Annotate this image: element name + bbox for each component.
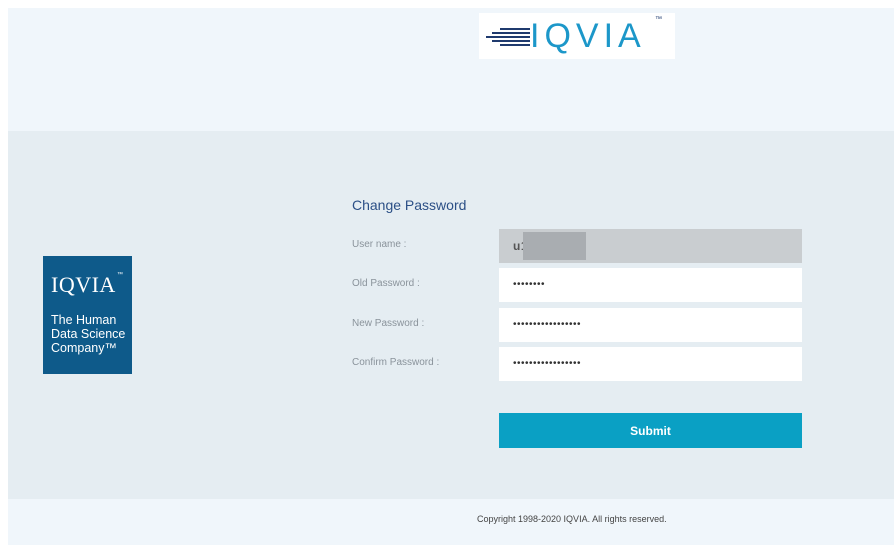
badge-logo-text: IQVIA <box>51 272 116 297</box>
iqvia-logo: IQVIA ™ <box>479 13 675 59</box>
redaction-block <box>523 232 586 260</box>
logo-wordmark: IQVIA <box>530 17 646 55</box>
badge-tagline-line: Company™ <box>51 341 117 355</box>
old-password-field[interactable]: •••••••• <box>499 268 802 302</box>
copyright-text: Copyright 1998-2020 IQVIA. All rights re… <box>477 514 667 524</box>
logo-stripes-icon <box>486 28 530 46</box>
iqvia-badge: IQVIA ™ The Human Data Science Company™ <box>43 256 132 374</box>
badge-tagline-line: The Human <box>51 313 117 327</box>
header: IQVIA ™ <box>8 8 894 131</box>
form-title: Change Password <box>352 197 467 213</box>
submit-button[interactable]: Submit <box>499 413 802 448</box>
page: IQVIA ™ IQVIA ™ The Human Data Science C… <box>8 8 894 545</box>
old-password-label: Old Password : <box>352 278 420 289</box>
username-label: User name : <box>352 239 407 250</box>
footer: Copyright 1998-2020 IQVIA. All rights re… <box>8 499 894 545</box>
badge-tagline-line: Data Science <box>51 327 126 341</box>
new-password-label: New Password : <box>352 318 425 329</box>
badge-trademark: ™ <box>117 272 123 278</box>
confirm-password-field[interactable]: ••••••••••••••••• <box>499 347 802 381</box>
badge-tagline: The Human Data Science Company™ <box>51 313 125 355</box>
username-field: u1 <box>499 229 802 263</box>
logo-trademark: ™ <box>655 16 662 23</box>
confirm-password-label: Confirm Password : <box>352 357 440 368</box>
main-panel: IQVIA ™ The Human Data Science Company™ … <box>8 131 894 499</box>
new-password-field[interactable]: ••••••••••••••••• <box>499 308 802 342</box>
